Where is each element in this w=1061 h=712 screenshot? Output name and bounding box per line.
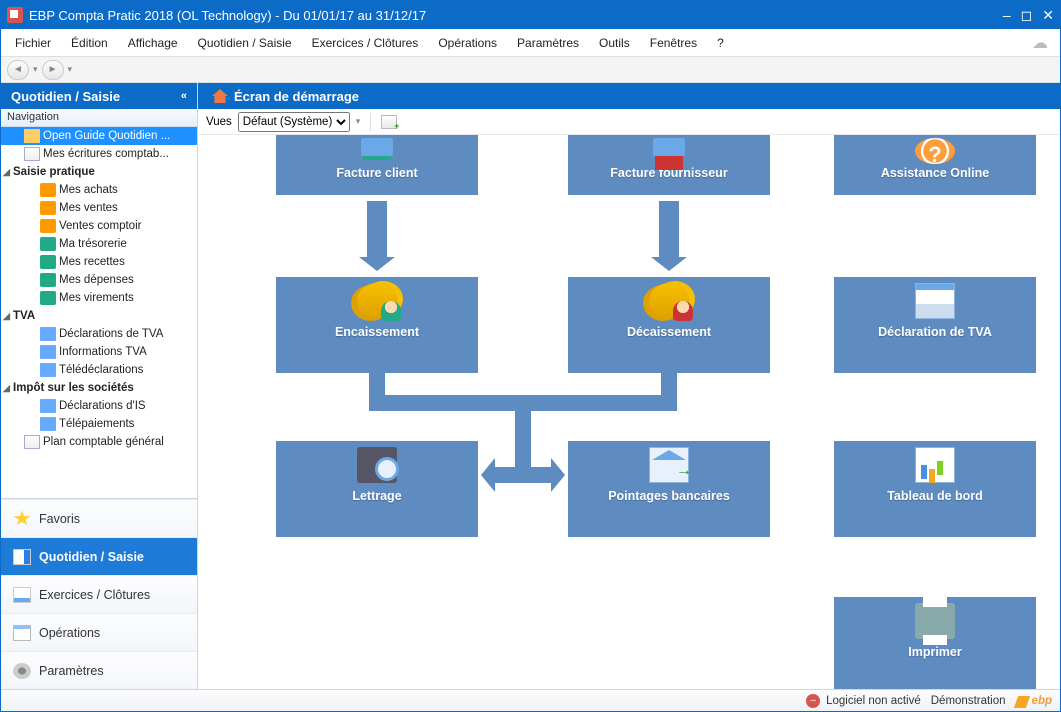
tree-tresorerie[interactable]: Ma trésorerie: [1, 235, 197, 253]
workflow-canvas: Facture client Facture fournisseur Assis…: [198, 135, 1060, 689]
menu-help[interactable]: ?: [707, 32, 734, 54]
content-area: Écran de démarrage Vues Défaut (Système)…: [198, 83, 1060, 689]
tree-tva[interactable]: ◢TVA: [1, 307, 197, 325]
tree-depenses[interactable]: Mes dépenses: [1, 271, 197, 289]
nav-forward-button[interactable]: ►: [42, 60, 64, 80]
separator: [370, 113, 371, 131]
sidebar-header-label: Quotidien / Saisie: [11, 89, 120, 104]
tile-facture-fournisseur[interactable]: Facture fournisseur: [568, 135, 770, 195]
person-green-icon: [357, 138, 397, 164]
tree-ecritures[interactable]: Mes écritures comptab...: [1, 145, 197, 163]
menu-affichage[interactable]: Affichage: [118, 32, 188, 54]
flow-arrow-bidir: [495, 467, 551, 483]
window-title: EBP Compta Pratic 2018 (OL Technology) -…: [29, 8, 1003, 23]
tree-plan[interactable]: Plan comptable général: [1, 433, 197, 451]
document-icon: [915, 283, 955, 319]
sidebar-collapse-icon[interactable]: «: [181, 90, 187, 102]
menu-quotidien[interactable]: Quotidien / Saisie: [188, 32, 302, 54]
bank-icon: [649, 447, 689, 483]
panel-quotidien[interactable]: Quotidien / Saisie: [1, 537, 197, 575]
menubar: Fichier Édition Affichage Quotidien / Sa…: [1, 29, 1060, 57]
menu-outils[interactable]: Outils: [589, 32, 640, 54]
nav-back-button[interactable]: ◄: [7, 60, 29, 80]
help-icon: [915, 138, 955, 164]
tile-decl-tva[interactable]: Déclaration de TVA: [834, 277, 1036, 373]
tree-achats[interactable]: Mes achats: [1, 181, 197, 199]
add-view-icon[interactable]: [381, 115, 397, 129]
cloud-icon[interactable]: ☁: [1032, 33, 1056, 53]
nav-forward-dropdown[interactable]: ▾: [68, 64, 73, 75]
tree-telepay[interactable]: Télépaiements: [1, 415, 197, 433]
content-header-label: Écran de démarrage: [234, 89, 359, 104]
sidebar: Quotidien / Saisie « Navigation Open Gui…: [1, 83, 198, 689]
cash-out-icon: [649, 283, 689, 319]
tree-info-tva[interactable]: Informations TVA: [1, 343, 197, 361]
tree-virements[interactable]: Mes virements: [1, 289, 197, 307]
menu-parametres[interactable]: Paramètres: [507, 32, 589, 54]
app-icon: [7, 7, 23, 23]
cash-in-icon: [357, 283, 397, 319]
vues-label: Vues: [206, 116, 232, 128]
nav-back-dropdown[interactable]: ▾: [33, 64, 38, 75]
book-icon: [13, 587, 31, 603]
stop-icon: –: [806, 694, 820, 708]
panel-favoris[interactable]: Favoris: [1, 499, 197, 537]
tile-encaissement[interactable]: Encaissement: [276, 277, 478, 373]
window-icon: [13, 625, 31, 641]
views-toolbar: Vues Défaut (Système) ▾: [198, 109, 1060, 135]
vues-select[interactable]: Défaut (Système): [238, 112, 350, 132]
tree-recettes[interactable]: Mes recettes: [1, 253, 197, 271]
tile-assistance[interactable]: Assistance Online: [834, 135, 1036, 195]
content-header: Écran de démarrage: [198, 83, 1060, 109]
statusbar: – Logiciel non activé Démonstration ebp: [1, 689, 1060, 711]
window-buttons: – ◻ ✕: [1003, 7, 1054, 24]
sidebar-header: Quotidien / Saisie «: [1, 83, 197, 109]
tile-tableau[interactable]: Tableau de bord: [834, 441, 1036, 537]
maximize-button[interactable]: ◻: [1021, 7, 1033, 24]
status-not-activated: Logiciel non activé: [826, 695, 921, 707]
book-icon: [13, 549, 31, 565]
menu-exercices[interactable]: Exercices / Clôtures: [302, 32, 429, 54]
status-demo: Démonstration: [931, 695, 1006, 707]
tile-imprimer[interactable]: Imprimer: [834, 597, 1036, 689]
panel-exercices[interactable]: Exercices / Clôtures: [1, 575, 197, 613]
flow-connector: [515, 395, 531, 475]
sidebar-panels: Favoris Quotidien / Saisie Exercices / C…: [1, 498, 197, 689]
tile-lettrage[interactable]: Lettrage: [276, 441, 478, 537]
close-button[interactable]: ✕: [1042, 7, 1054, 24]
flow-arrow-down: [659, 201, 679, 259]
chart-icon: [915, 447, 955, 483]
tree-open-guide[interactable]: Open Guide Quotidien ...: [1, 127, 197, 145]
panel-operations[interactable]: Opérations: [1, 613, 197, 651]
tree-comptoir[interactable]: Ventes comptoir: [1, 217, 197, 235]
sidebar-nav-label: Navigation: [1, 109, 197, 127]
vues-dropdown-icon[interactable]: ▾: [356, 116, 361, 127]
panel-parametres[interactable]: Paramètres: [1, 651, 197, 689]
titlebar: EBP Compta Pratic 2018 (OL Technology) -…: [1, 1, 1060, 29]
flow-arrow-down: [367, 201, 387, 259]
tile-facture-client[interactable]: Facture client: [276, 135, 478, 195]
tree-decl-is[interactable]: Déclarations d'IS: [1, 397, 197, 415]
gear-icon: [13, 663, 31, 679]
tree-saisie-pratique[interactable]: ◢Saisie pratique: [1, 163, 197, 181]
tile-decaissement[interactable]: Décaissement: [568, 277, 770, 373]
person-red-icon: [649, 138, 689, 164]
brand-logo: ebp: [1016, 695, 1052, 707]
nav-toolbar: ◄ ▾ ► ▾: [1, 57, 1060, 83]
nav-tree: Open Guide Quotidien ... Mes écritures c…: [1, 127, 197, 498]
tree-decl-tva[interactable]: Déclarations de TVA: [1, 325, 197, 343]
menu-edition[interactable]: Édition: [61, 32, 118, 54]
tree-teledecl[interactable]: Télédéclarations: [1, 361, 197, 379]
star-icon: [13, 511, 31, 527]
menu-fenetres[interactable]: Fenêtres: [640, 32, 707, 54]
ledger-icon: [357, 447, 397, 483]
tree-impot[interactable]: ◢Impôt sur les sociétés: [1, 379, 197, 397]
printer-icon: [915, 603, 955, 639]
menu-fichier[interactable]: Fichier: [5, 32, 61, 54]
tree-ventes[interactable]: Mes ventes: [1, 199, 197, 217]
menu-operations[interactable]: Opérations: [428, 32, 507, 54]
tile-pointages[interactable]: Pointages bancaires: [568, 441, 770, 537]
minimize-button[interactable]: –: [1003, 7, 1011, 24]
home-icon: [212, 89, 228, 103]
